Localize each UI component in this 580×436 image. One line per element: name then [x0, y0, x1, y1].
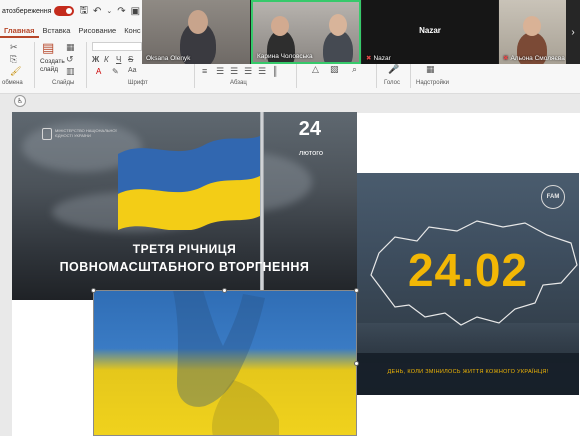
arrange-icon[interactable]: ▧ [330, 64, 339, 75]
participant-head [329, 14, 347, 36]
poster-title-line1: ТРЕТЯ РІЧНИЦЯ [132, 242, 237, 256]
participant-name: Карина Чоловська [257, 53, 313, 60]
anniversary-poster-image[interactable]: Міністерство національної єдності Україн… [12, 112, 357, 300]
font-color-icon[interactable]: A [96, 67, 101, 76]
tab-draw[interactable]: Рисование [74, 24, 120, 38]
autosave-toggle[interactable] [54, 6, 75, 16]
redo-icon[interactable]: ↷ [117, 6, 125, 17]
dictate-icon[interactable]: 🎤 [388, 64, 399, 75]
cut-icon[interactable]: ✂ [10, 42, 18, 53]
participant-tile[interactable]: Oksana Olenyk [142, 0, 250, 64]
addins-icon[interactable]: ▦ [426, 64, 435, 75]
brand-logo: FAM [541, 185, 565, 209]
map-date-poster-image[interactable]: 24.02 День, коли змінилось життя кожного… [357, 173, 579, 395]
drawing-icon[interactable]: △ [312, 64, 319, 75]
participant-tile[interactable]: Nazar ✖ Nazar [362, 0, 498, 64]
layout-icon[interactable]: ▦ [66, 42, 75, 53]
font-name-input[interactable] [92, 42, 142, 51]
align-left-icon[interactable]: ☰ [216, 66, 224, 77]
addins-group-label: Надстройки [416, 80, 449, 86]
highlight-icon[interactable]: ✎ [112, 67, 119, 76]
presentation-icon[interactable]: ▣ [131, 6, 140, 17]
accessibility-icon[interactable]: ♿ [14, 95, 26, 107]
participant-name: ✖ Nazar [366, 55, 391, 62]
clipboard-group-label: обмена [2, 80, 23, 86]
quick-access-toolbar: атозбереження 🖫 ↶ ⌄ ↷ ▣ [0, 0, 150, 22]
autosave-label: атозбереження [2, 7, 52, 15]
save-icon[interactable]: 🖫 [79, 3, 88, 20]
resize-handle[interactable] [222, 288, 227, 293]
ministry-logo: Міністерство національної єдності Україн… [42, 128, 123, 140]
tab-home[interactable]: Главная [0, 24, 39, 38]
tab-insert[interactable]: Вставка [39, 24, 75, 38]
clasped-hands-image [173, 290, 279, 436]
participant-name: ✖ Альона Смоляєва [503, 55, 565, 62]
mic-muted-icon: ✖ [503, 55, 509, 62]
ministry-name: Міністерство національної єдності Україн… [55, 128, 117, 138]
big-date-text: 24.02 [407, 244, 529, 296]
new-slide-icon[interactable]: ▤ [42, 40, 54, 56]
reset-icon[interactable]: ↺ [66, 54, 74, 65]
font-group-label: Шрифт [128, 80, 148, 86]
bold-icon[interactable]: Ж [92, 55, 99, 64]
case-icon[interactable]: Aa [128, 67, 137, 74]
chevron-right-icon[interactable]: › [566, 0, 580, 64]
participant-video-off-name: Nazar [419, 26, 441, 35]
mic-muted-icon: ✖ [366, 55, 372, 62]
columns-icon[interactable]: ║ [272, 66, 278, 76]
copy-icon[interactable]: ⎘ [10, 54, 17, 65]
motto-text: День, коли змінилось життя кожного украї… [387, 369, 549, 375]
participant-head [188, 10, 208, 34]
align-right-icon[interactable]: ☰ [244, 66, 252, 77]
underline-icon[interactable]: Ч [116, 55, 121, 64]
align-center-icon[interactable]: ☰ [230, 66, 238, 77]
paragraph-group-label: Абзац [230, 80, 247, 86]
ribbon-tabs: Главная Вставка Рисование Конс [0, 24, 145, 38]
participant-tile-active[interactable]: Карина Чоловська [251, 0, 361, 64]
bullets-icon[interactable]: ≡ [202, 66, 207, 76]
justify-icon[interactable]: ☰ [258, 66, 266, 77]
new-slide-button[interactable]: Создать слайд [40, 58, 66, 74]
hands-flag-image[interactable] [93, 290, 357, 436]
tab-design[interactable]: Конс [120, 24, 144, 38]
participant-head [271, 16, 289, 36]
italic-icon[interactable]: К [104, 55, 109, 64]
meeting-video-strip: Oksana Olenyk Карина Чоловська Nazar ✖ Na… [142, 0, 580, 64]
resize-handle[interactable] [354, 361, 359, 366]
resize-handle[interactable] [91, 288, 96, 293]
format-painter-icon[interactable]: 🖌 [10, 66, 21, 77]
resize-handle[interactable] [354, 288, 359, 293]
date-month: лютого [298, 148, 323, 157]
undo-icon[interactable]: ↶ [93, 6, 101, 17]
slides-group-label: Слайды [52, 80, 75, 86]
participant-tile[interactable]: ✖ Альона Смоляєва [499, 0, 566, 64]
trident-icon [42, 128, 52, 140]
chevron-down-icon[interactable]: ⌄ [106, 7, 112, 15]
divider [86, 42, 87, 88]
participant-name: Oksana Olenyk [146, 55, 191, 62]
ukraine-flag-image [118, 136, 260, 230]
divider [34, 42, 35, 88]
participant-head [523, 16, 541, 36]
voice-group-label: Голос [384, 80, 400, 86]
strikethrough-icon[interactable]: S [128, 55, 133, 64]
find-icon[interactable]: ⌕ [352, 64, 357, 75]
date-number: 24 [298, 118, 321, 140]
section-icon[interactable]: ▥ [66, 66, 75, 77]
app-window: атозбереження 🖫 ↶ ⌄ ↷ ▣ Главная Вставка … [0, 0, 580, 436]
poster-title-line2: ПОВНОМАСШТАБНОГО ВТОРГНЕННЯ [59, 260, 310, 274]
